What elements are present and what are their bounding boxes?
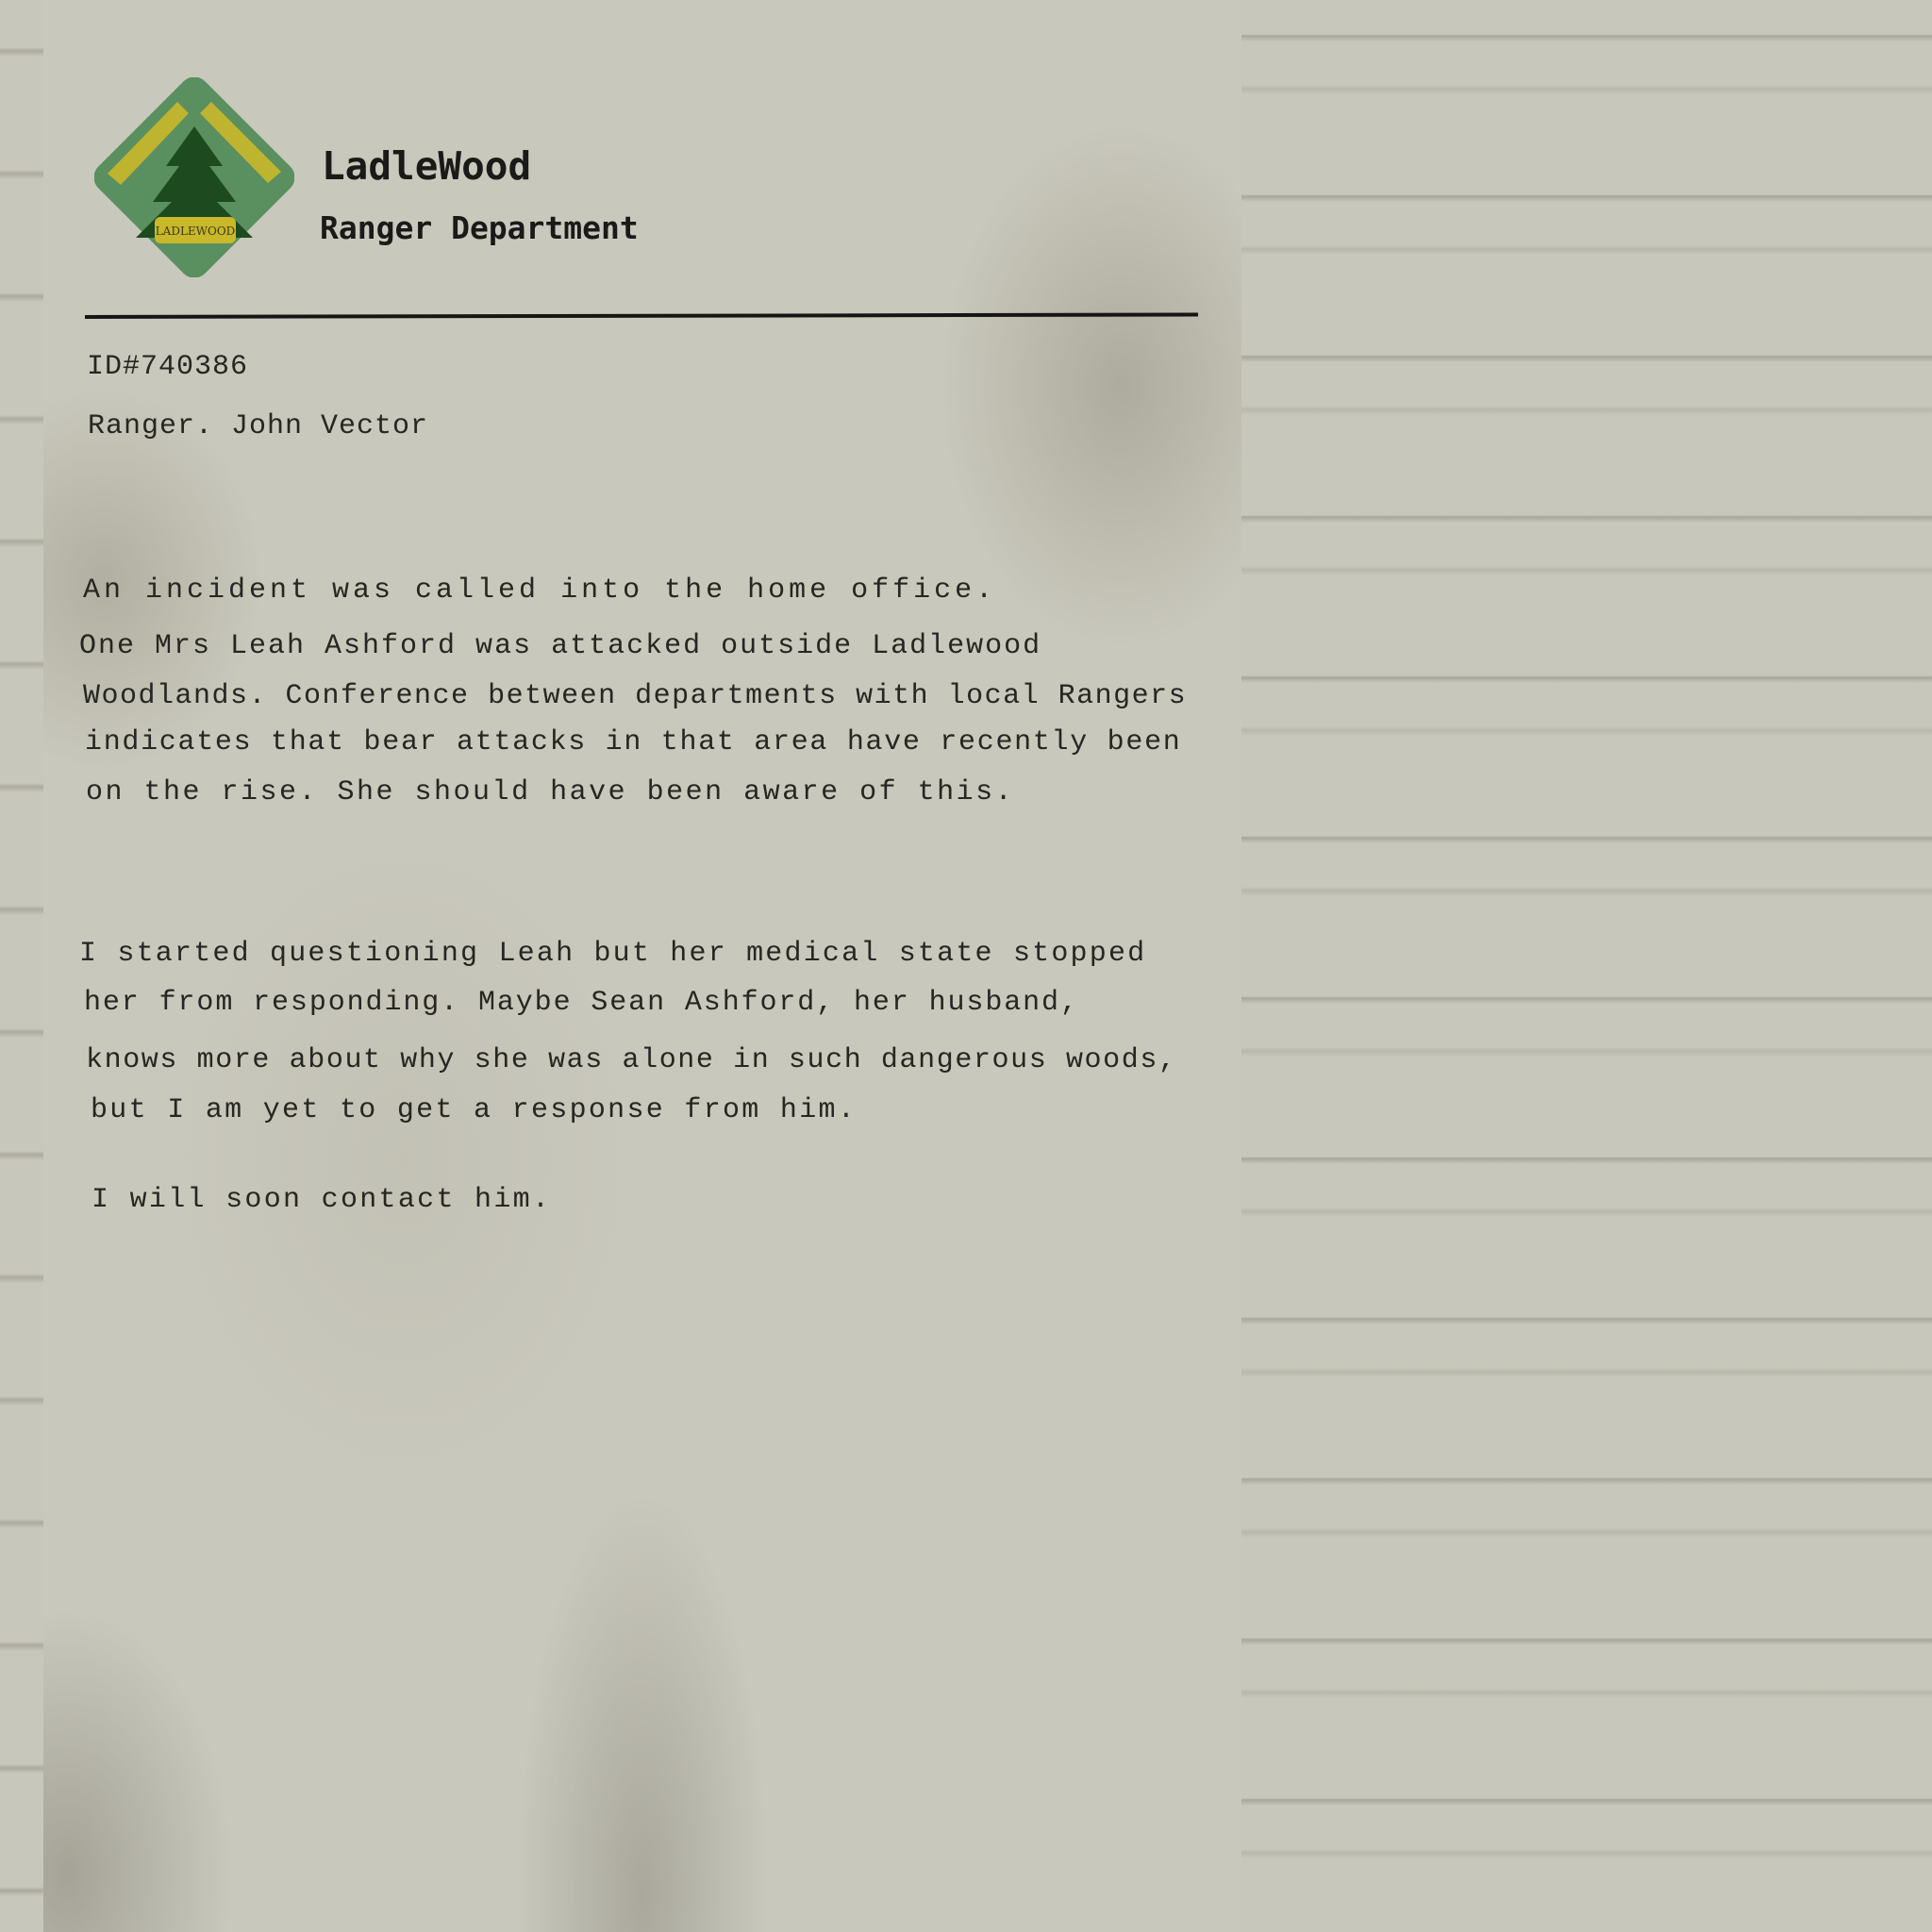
pine-tree-badge-icon: LADLEWOOD <box>94 77 294 277</box>
department-name: Ranger Department <box>320 209 639 246</box>
document-page: LADLEWOOD LadleWood Ranger Department ID… <box>0 0 1932 1932</box>
body-line: An incident was called into the home off… <box>83 575 997 607</box>
record-id: ID#740386 <box>87 351 249 383</box>
body-line: I will soon contact him. <box>92 1184 552 1216</box>
body-line: One Mrs Leah Ashford was attacked outsid… <box>79 630 1042 662</box>
stretched-paper-texture <box>1241 0 1932 1932</box>
body-line: Woodlands. Conference between department… <box>83 680 1188 712</box>
ladlewood-logo: LADLEWOOD <box>94 77 294 277</box>
body-line: indicates that bear attacks in that area… <box>85 726 1182 758</box>
body-line: knows more about why she was alone in su… <box>86 1044 1177 1076</box>
org-name: LadleWood <box>322 143 532 189</box>
body-line: her from responding. Maybe Sean Ashford,… <box>84 987 1079 1019</box>
body-line: but I am yet to get a response from him. <box>91 1094 858 1126</box>
logo-badge-text: LADLEWOOD <box>156 225 236 238</box>
body-line: I started questioning Leah but her medic… <box>79 938 1147 970</box>
ranger-name: Ranger. John Vector <box>88 410 429 442</box>
paper-left-edge <box>0 0 43 1932</box>
body-line: on the rise. She should have been aware … <box>86 776 1015 808</box>
